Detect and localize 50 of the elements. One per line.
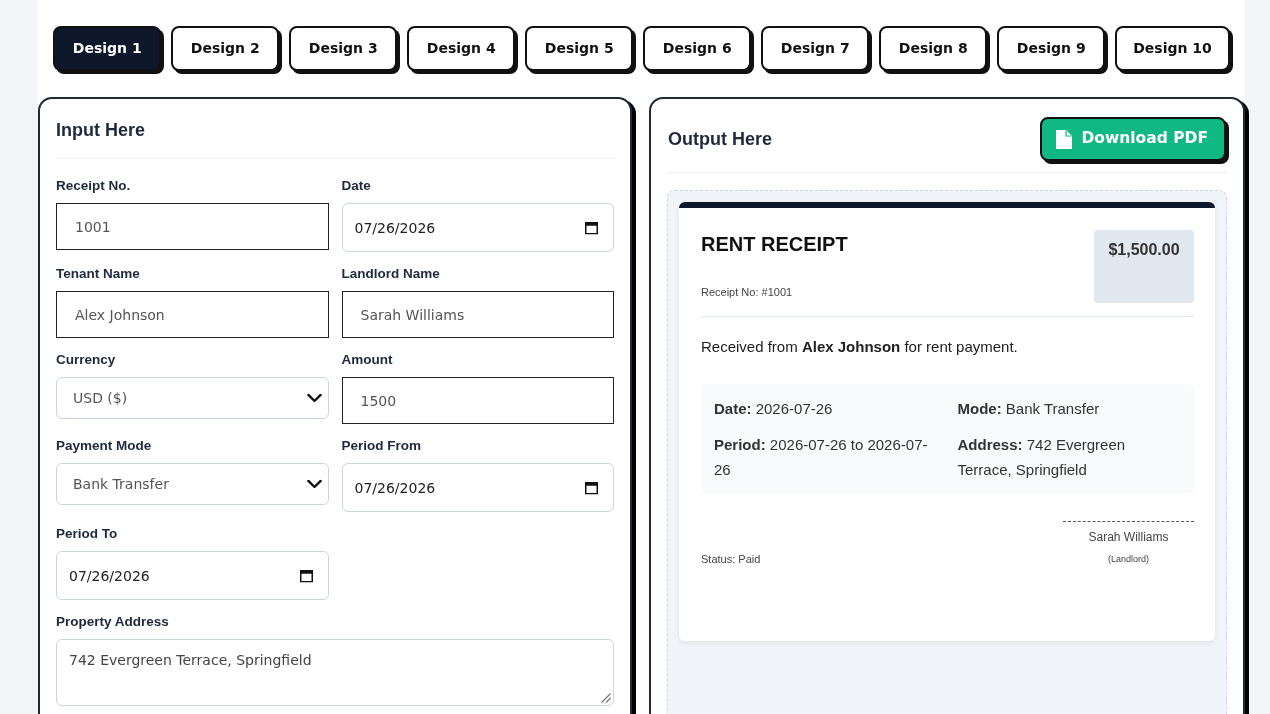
- chevron-down-icon: [306, 393, 322, 403]
- payment-statement: Received from Alex Johnson for rent payment.: [701, 338, 1019, 356]
- calendar-icon: [585, 221, 598, 234]
- field-label: Property Address: [56, 613, 169, 631]
- tab-button[interactable]: Design 2: [171, 26, 280, 71]
- tab-button[interactable]: Design 4: [407, 26, 516, 71]
- detail-text: Period: 2026-07-26 to 2026-07-26: [714, 435, 929, 480]
- tab-button[interactable]: Design 7: [761, 26, 870, 71]
- tab-button[interactable]: Design 6: [643, 26, 752, 71]
- signature-role: (Landlord): [1107, 553, 1150, 565]
- text-field[interactable]: Alex Johnson: [56, 291, 329, 338]
- receipt-title: RENT RECEIPT: [701, 232, 848, 256]
- field-label: Date: [341, 177, 371, 195]
- panel-title: Input Here: [56, 119, 145, 141]
- text-field[interactable]: Sarah Williams: [341, 291, 614, 338]
- date-field[interactable]: 07/26/2026: [56, 551, 329, 600]
- tab-button[interactable]: Design 5: [525, 26, 634, 71]
- status-text: Status: Paid: [701, 553, 761, 565]
- detail-text: Date: 2026-07-26: [714, 399, 834, 419]
- field-label: Landlord Name: [341, 265, 440, 283]
- dropdown-field[interactable]: Bank Transfer: [56, 463, 329, 505]
- detail-text: Mode: Bank Transfer: [957, 399, 1101, 419]
- field-label: Payment Mode: [56, 437, 152, 455]
- panel-title: Output Here: [668, 128, 772, 150]
- field-label: Period To: [56, 525, 118, 543]
- tab-button[interactable]: Design 9: [997, 26, 1106, 71]
- signature-name: Sarah Williams: [1087, 529, 1170, 545]
- text-field[interactable]: 1500: [341, 377, 614, 424]
- field-label: Amount: [341, 351, 393, 369]
- field-label: Tenant Name: [56, 265, 140, 283]
- tab-button[interactable]: Design 10: [1115, 26, 1230, 71]
- tab-button[interactable]: Design 3: [289, 26, 398, 71]
- amount-total: $1,500.00: [1094, 230, 1194, 303]
- field-label: Currency: [56, 351, 116, 369]
- tab-button[interactable]: Design 8: [879, 26, 988, 71]
- receipt-number: Receipt No: #1001: [701, 284, 793, 300]
- chevron-down-icon: [306, 479, 322, 489]
- tab-button[interactable]: Design 1: [53, 26, 162, 71]
- field-label: Receipt No.: [56, 177, 131, 195]
- date-field[interactable]: 07/26/2026: [341, 463, 614, 512]
- resize-grip-icon: [601, 693, 611, 703]
- date-field[interactable]: 07/26/2026: [341, 203, 614, 252]
- text-area-field[interactable]: 742 Evergreen Terrace, Springfield: [56, 639, 614, 706]
- field-label: Period From: [341, 437, 421, 455]
- text-field[interactable]: 1001: [56, 203, 329, 250]
- file-icon: [1056, 129, 1073, 149]
- calendar-icon: [585, 481, 598, 494]
- dropdown-field[interactable]: USD ($): [56, 377, 329, 419]
- detail-text: Address: 742 Evergreen Terrace, Springfield: [957, 435, 1127, 480]
- calendar-icon: [299, 569, 313, 582]
